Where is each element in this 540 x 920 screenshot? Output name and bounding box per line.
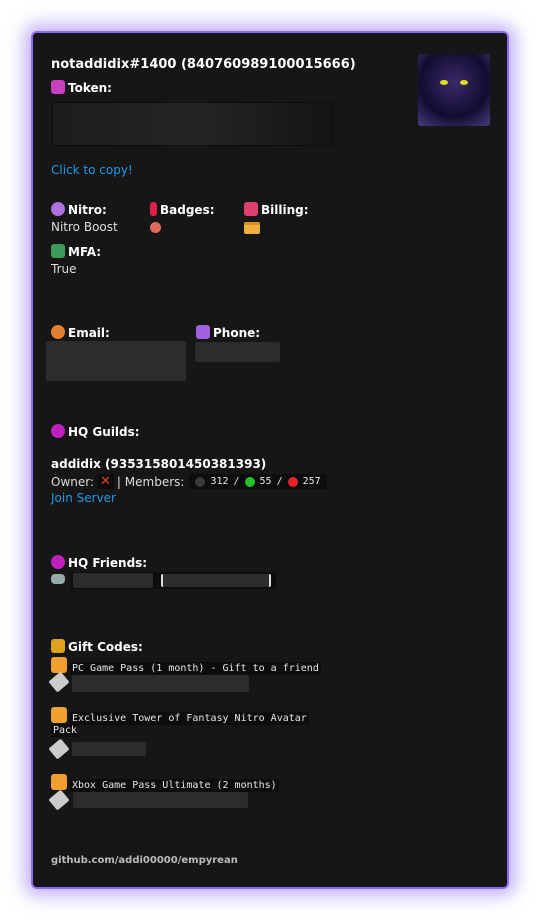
email-icon	[51, 325, 65, 339]
total-dot-icon	[195, 476, 206, 487]
badges-label: Badges:	[160, 203, 215, 217]
members-label: | Members:	[116, 474, 185, 489]
user-title: notaddidix#1400 (840760989100015666)	[51, 57, 356, 72]
phone-label: Phone:	[213, 326, 261, 340]
sep: /	[276, 476, 283, 487]
guild-name: addidix (935315801450381393)	[51, 457, 267, 471]
gift-item: Xbox Game Pass Ultimate (2 months)	[51, 773, 279, 792]
gift-name: Xbox Game Pass Ultimate (2 months)	[70, 779, 279, 792]
friend-name-redacted	[73, 573, 153, 588]
globe-icon	[51, 424, 65, 438]
gift-icon	[51, 707, 67, 723]
copy-token-link[interactable]: Click to copy!	[51, 163, 133, 177]
member-counts: 312 / 55 / 257	[189, 474, 327, 489]
total-count: 312	[210, 476, 229, 487]
gifts-label: Gift Codes:	[68, 640, 143, 654]
owner-label: Owner:	[51, 474, 95, 489]
mfa-value: True	[51, 262, 77, 276]
gift-name: PC Game Pass (1 month) - Gift to a frien…	[70, 662, 321, 675]
billing-label: Billing:	[261, 203, 309, 217]
avatar	[418, 54, 490, 126]
nitro-value: Nitro Boost	[51, 220, 118, 234]
guild-info: Owner: ✕ | Members: 312 / 55 / 257	[51, 474, 327, 489]
offline-dot-icon	[287, 476, 298, 487]
gift-icon	[51, 657, 67, 673]
guilds-label: HQ Guilds:	[68, 425, 140, 439]
gift-code-redacted	[72, 675, 249, 692]
gift-item: Exclusive Tower of Fantasy Nitro Avatar	[51, 706, 309, 725]
badge-icon	[51, 574, 65, 584]
billing-icon	[244, 202, 258, 216]
token-label: Token:	[68, 81, 112, 95]
phone-icon	[196, 325, 210, 339]
gift-code-redacted	[73, 792, 248, 808]
online-dot-icon	[244, 476, 255, 487]
online-count: 55	[259, 476, 272, 487]
gift-box-icon	[51, 639, 65, 653]
gift-name: Exclusive Tower of Fantasy Nitro Avatar	[70, 712, 309, 725]
ticket-icon	[48, 789, 70, 811]
gift-name-cont: Pack	[51, 724, 80, 737]
credit-card-icon	[244, 222, 260, 234]
gift-code-redacted	[72, 742, 146, 756]
nitro-label: Nitro:	[68, 203, 107, 217]
globe-icon	[51, 555, 65, 569]
footer-text: github.com/addi00000/empyrean	[51, 855, 238, 866]
gift-item: PC Game Pass (1 month) - Gift to a frien…	[51, 656, 321, 675]
sep: /	[233, 476, 240, 487]
friends-label: HQ Friends:	[68, 556, 148, 570]
nitro-icon	[51, 202, 65, 216]
crown-icon	[51, 80, 65, 94]
mfa-label: MFA:	[68, 245, 102, 259]
join-server-link[interactable]: Join Server	[51, 491, 116, 505]
friend-id-redacted	[161, 574, 271, 587]
badges-icon	[150, 202, 157, 216]
friend-entry	[71, 572, 276, 589]
key-icon	[51, 244, 65, 258]
badge-icon	[150, 222, 161, 233]
gift-icon	[51, 774, 67, 790]
embed-card: notaddidix#1400 (840760989100015666) Tok…	[31, 31, 509, 889]
phone-value-redacted	[195, 342, 280, 362]
owner-false-icon: ✕	[97, 474, 114, 489]
ticket-icon	[48, 738, 70, 760]
token-value-redacted	[52, 102, 333, 146]
email-value-redacted	[46, 341, 186, 381]
email-label: Email:	[68, 326, 110, 340]
offline-count: 257	[302, 476, 321, 487]
